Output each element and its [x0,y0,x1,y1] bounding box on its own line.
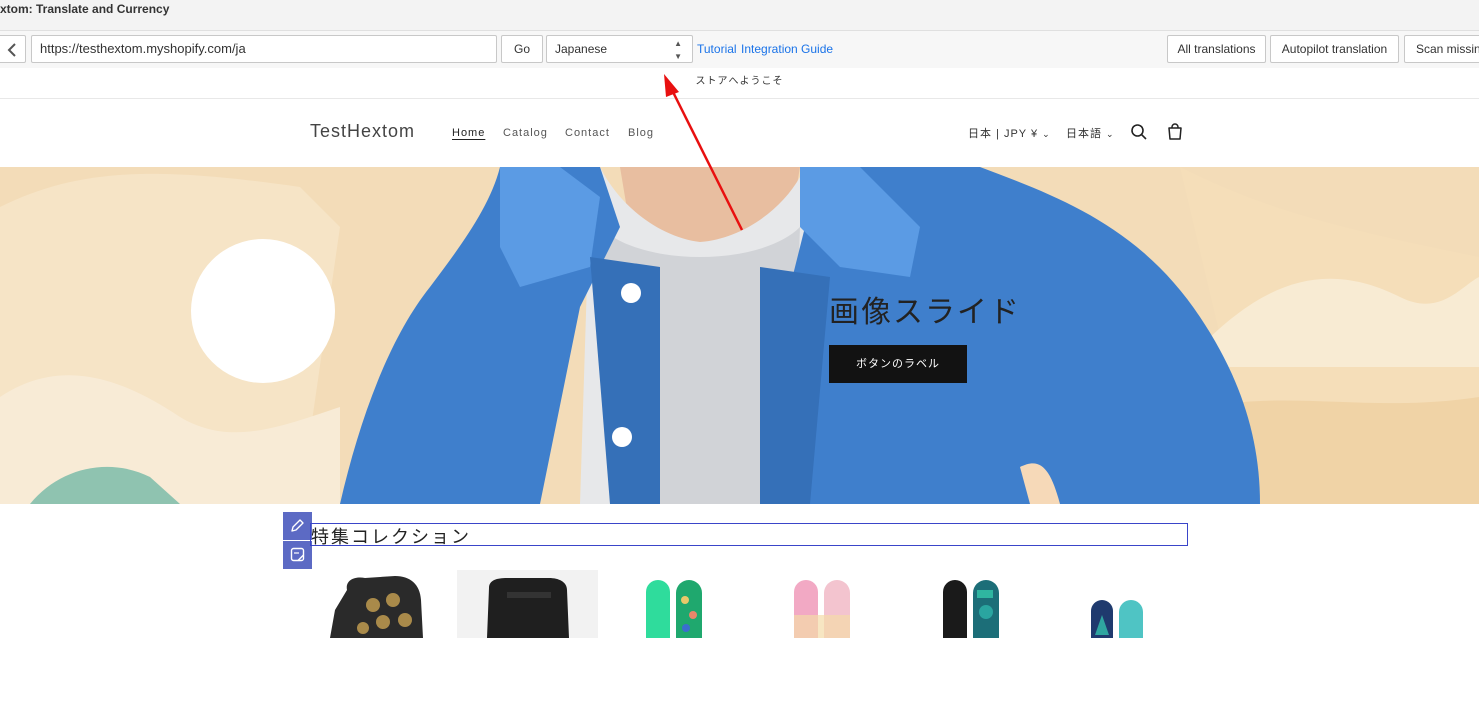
pencil-icon [291,519,304,532]
product-grid [310,570,1180,638]
product-backpack-tan[interactable] [325,570,425,638]
inline-editor-toolbar [283,512,312,569]
note-icon [290,547,305,562]
product-snowboard-pink[interactable] [788,570,858,638]
product-snowboard-teal[interactable] [1085,570,1155,638]
product-snowboard-dark[interactable] [937,570,1007,638]
product-backpack-black[interactable] [457,570,598,638]
product-snowboard-green[interactable] [640,570,710,638]
edit-button[interactable] [283,512,312,540]
collection-title[interactable]: 特集コレクション [311,523,471,549]
translate-note-button[interactable] [283,541,312,569]
